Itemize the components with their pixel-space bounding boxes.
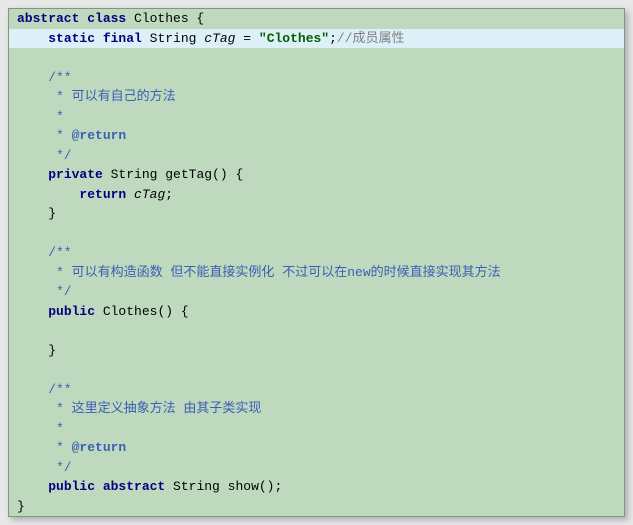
code-line: }: [9, 341, 624, 361]
text: ;: [329, 31, 337, 46]
javadoc: *: [17, 421, 64, 436]
code-line: private String getTag() {: [9, 165, 624, 185]
code-line: [9, 224, 624, 244]
code-line: [9, 48, 624, 68]
field: cTag: [134, 187, 165, 202]
javadoc-line: /**: [9, 380, 624, 400]
text: ;: [165, 187, 173, 202]
javadoc-line: * @return: [9, 126, 624, 146]
keyword: return: [79, 187, 126, 202]
javadoc-tag: @return: [72, 128, 127, 143]
javadoc-line: * @return: [9, 438, 624, 458]
type: String: [165, 479, 227, 494]
javadoc: *: [17, 128, 72, 143]
javadoc-line: */: [9, 146, 624, 166]
javadoc-tag: @return: [72, 440, 127, 455]
code-line-highlight: static final String cTag = "Clothes";//成…: [9, 29, 624, 49]
code-block: abstract class Clothes { static final St…: [8, 8, 625, 517]
string-literal: "Clothes": [259, 31, 329, 46]
text: =: [235, 31, 258, 46]
javadoc-line: * 可以有自己的方法: [9, 87, 624, 107]
keyword: static final: [48, 31, 142, 46]
code-line: }: [9, 204, 624, 224]
javadoc-line: *: [9, 107, 624, 127]
javadoc-line: * 可以有构造函数 但不能直接实例化 不过可以在new的时候直接实现其方法: [9, 263, 624, 283]
code-line: public Clothes() {: [9, 302, 624, 322]
javadoc: */: [17, 148, 72, 163]
javadoc: *: [17, 109, 64, 124]
javadoc: * 可以有自己的方法: [17, 89, 176, 104]
javadoc: *: [17, 440, 72, 455]
code-line: public abstract String show();: [9, 477, 624, 497]
javadoc-line: /**: [9, 68, 624, 88]
code-line: [9, 321, 624, 341]
keyword: abstract class: [17, 11, 126, 26]
javadoc: */: [17, 460, 72, 475]
code-line: }: [9, 497, 624, 517]
method-sig: show();: [228, 479, 283, 494]
keyword: public abstract: [48, 479, 165, 494]
class-name: Clothes {: [126, 11, 204, 26]
text: [126, 187, 134, 202]
comment: //成员属性: [337, 31, 405, 46]
javadoc: /**: [17, 70, 72, 85]
brace: }: [17, 499, 25, 514]
javadoc: * 可以有构造函数 但不能直接实例化 不过可以在new的时候直接实现其方法: [17, 265, 501, 280]
type: String: [142, 31, 204, 46]
javadoc: /**: [17, 382, 72, 397]
code-line: [9, 360, 624, 380]
field: cTag: [204, 31, 235, 46]
brace: }: [17, 343, 56, 358]
method-sig: getTag() {: [165, 167, 243, 182]
javadoc-line: */: [9, 458, 624, 478]
javadoc-line: */: [9, 282, 624, 302]
javadoc-line: /**: [9, 243, 624, 263]
javadoc-line: * 这里定义抽象方法 由其子类实现: [9, 399, 624, 419]
brace: }: [17, 206, 56, 221]
code-line: abstract class Clothes {: [9, 9, 624, 29]
javadoc: */: [17, 284, 72, 299]
javadoc: /**: [17, 245, 72, 260]
code-line: return cTag;: [9, 185, 624, 205]
ctor-sig: Clothes() {: [95, 304, 189, 319]
keyword: private: [48, 167, 103, 182]
javadoc-line: *: [9, 419, 624, 439]
keyword: public: [48, 304, 95, 319]
javadoc: * 这里定义抽象方法 由其子类实现: [17, 401, 261, 416]
type: String: [103, 167, 165, 182]
